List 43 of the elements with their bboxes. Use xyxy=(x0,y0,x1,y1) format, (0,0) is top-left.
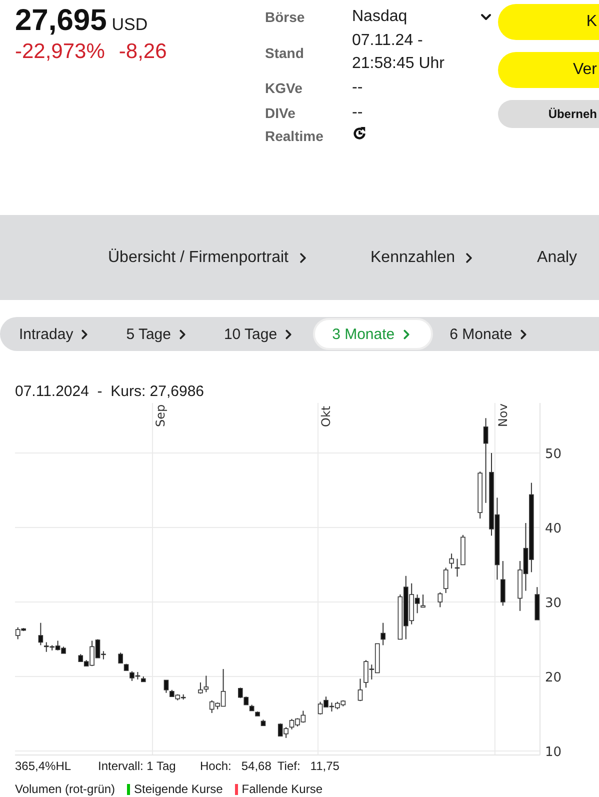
nav-link[interactable]: Übersicht / Firmenportrait xyxy=(108,248,310,266)
y-axis-label: 30 xyxy=(545,596,562,611)
range-tab[interactable]: 3 Monate xyxy=(313,318,433,350)
exchange-select[interactable]: Nasdaq xyxy=(352,6,498,28)
change-percent: -22,973% xyxy=(15,40,105,64)
info-label: Realtime xyxy=(265,128,324,144)
info-label: DIVe xyxy=(265,104,296,121)
stock-price: 27,695 xyxy=(15,4,107,38)
y-axis-label: 50 xyxy=(545,447,562,462)
y-axis-label: 10 xyxy=(545,744,562,758)
realtime-icon xyxy=(352,126,367,141)
info-value: -- xyxy=(352,78,364,98)
info-value: -- xyxy=(352,102,364,123)
chart-stat: 365,4%HL xyxy=(15,759,72,774)
range-tab[interactable]: Intraday xyxy=(2,318,110,350)
nav-link[interactable]: Analy xyxy=(537,248,578,266)
chart-caption: 07.11.2024 - Kurs: 27,6986 xyxy=(15,383,206,400)
y-axis-label: 40 xyxy=(545,521,562,536)
month-label: Okt xyxy=(319,406,333,427)
action-button[interactable]: Ver xyxy=(498,52,599,88)
candlestick xyxy=(260,719,266,726)
info-label: KGVe xyxy=(265,80,304,96)
chart-stat: Tief: 11,75 xyxy=(277,759,340,774)
action-button[interactable]: K xyxy=(498,4,599,40)
action-button[interactable]: Überneh xyxy=(498,100,599,128)
y-axis-label: 20 xyxy=(545,670,562,686)
range-tab[interactable]: 10 Tage xyxy=(206,318,314,350)
month-label: Sep xyxy=(154,404,168,427)
info-label: Stand xyxy=(265,44,305,61)
legend-label: Fallende Kurse xyxy=(242,782,322,796)
nav-link[interactable]: Kennzahlen xyxy=(370,248,478,266)
chart-stat: Hoch: 54,68 xyxy=(200,759,272,774)
range-tab[interactable]: 6 Monate xyxy=(432,318,548,350)
chart-stat: Intervall: 1 Tag xyxy=(98,759,177,774)
change-absolute: -8,26 xyxy=(118,40,167,64)
legend-title: Volumen (rot-grün) xyxy=(15,782,116,796)
info-value: 07.11.24 - 21:58:45 Uhr xyxy=(352,31,446,74)
candlestick xyxy=(534,586,540,620)
legend-label: Steigende Kurse xyxy=(134,782,223,796)
info-label: Börse xyxy=(265,9,306,26)
currency: USD xyxy=(112,15,148,35)
range-tab[interactable]: 5 Tage xyxy=(109,318,207,350)
month-label: Nov xyxy=(496,404,510,427)
